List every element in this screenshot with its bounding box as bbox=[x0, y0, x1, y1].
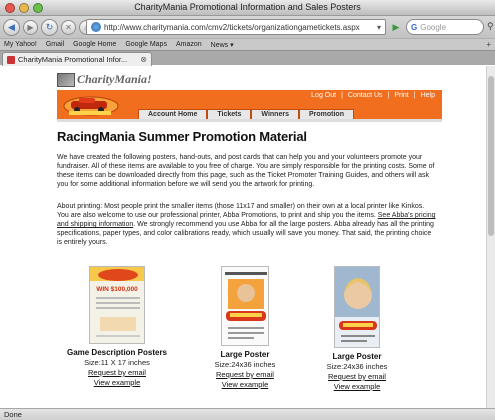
header-divider bbox=[57, 119, 442, 122]
request-by-email-link[interactable]: Request by email bbox=[297, 372, 417, 381]
window-title: CharityMania Promotional Information and… bbox=[134, 2, 361, 12]
forward-button[interactable]: ▶ bbox=[23, 19, 38, 35]
tab-promotion[interactable]: Promotion bbox=[298, 109, 354, 119]
bookmark-item[interactable]: Google Home bbox=[73, 41, 116, 48]
promo-item: Large Poster Size:24x36 inches Request b… bbox=[297, 266, 417, 391]
address-url: http://www.charitymania.com/cmv2/tickets… bbox=[104, 22, 360, 32]
promo-item: Large Poster Size:24x36 inches Request b… bbox=[185, 266, 305, 389]
tab-winners[interactable]: Winners bbox=[251, 109, 299, 119]
forward-arrow-icon: ▶ bbox=[27, 22, 34, 32]
logo-text: CharityMania! bbox=[77, 72, 152, 86]
dropdown-arrow-icon[interactable]: ▾ bbox=[377, 23, 381, 32]
go-button[interactable]: ▶ bbox=[389, 20, 403, 34]
close-tab-icon[interactable]: ⊗ bbox=[140, 55, 147, 64]
poster-art bbox=[90, 267, 144, 337]
printing-paragraph: About printing: Most people print the sm… bbox=[57, 202, 437, 247]
search-icon[interactable]: ⚲ bbox=[487, 21, 494, 32]
status-text: Done bbox=[4, 410, 22, 419]
site-logo[interactable]: CharityMania! bbox=[57, 72, 152, 87]
large-poster-thumbnail[interactable] bbox=[221, 266, 269, 346]
reload-icon: ↻ bbox=[45, 21, 54, 32]
item-name: Game Description Posters bbox=[66, 348, 168, 357]
title-bar: CharityMania Promotional Information and… bbox=[0, 0, 495, 16]
header-links: Log Out | Contact Us | Print | Help bbox=[311, 92, 435, 99]
page-title: RacingMania Summer Promotion Material bbox=[57, 129, 307, 144]
link-separator: | bbox=[387, 92, 390, 99]
view-example-link[interactable]: View example bbox=[185, 380, 305, 389]
request-by-email-link[interactable]: Request by email bbox=[185, 370, 305, 379]
promo-item: WIN $100,000 Game Description Posters Si… bbox=[57, 266, 177, 387]
bookmark-item[interactable]: Gmail bbox=[46, 41, 64, 48]
bookmark-item[interactable]: News ▾ bbox=[211, 41, 234, 49]
large-poster-thumbnail[interactable] bbox=[334, 266, 380, 348]
site-globe-icon bbox=[91, 22, 101, 32]
bookmarks-bar: My Yahoo! Gmail Google Home Google Maps … bbox=[0, 38, 495, 50]
browser-tab[interactable]: CharityMania Promotional Infor... ⊗ bbox=[2, 52, 152, 66]
contact-us-link[interactable]: Contact Us bbox=[348, 92, 383, 99]
intro-paragraph: We have created the following posters, h… bbox=[57, 154, 435, 188]
poster-art bbox=[335, 267, 379, 347]
printing-text-start: About printing: Most people print the sm… bbox=[57, 203, 425, 219]
link-separator: | bbox=[413, 92, 416, 99]
go-arrow-icon: ▶ bbox=[392, 21, 400, 32]
request-by-email-link[interactable]: Request by email bbox=[57, 368, 177, 377]
bookmark-item[interactable]: My Yahoo! bbox=[4, 41, 37, 48]
search-placeholder: Google bbox=[420, 22, 447, 32]
back-button[interactable]: ◀ bbox=[3, 18, 20, 36]
racingmania-logo[interactable] bbox=[61, 93, 121, 117]
item-size: Size:11 X 17 inches bbox=[84, 358, 150, 367]
back-arrow-icon: ◀ bbox=[8, 21, 15, 32]
add-bookmark-icon[interactable]: + bbox=[486, 40, 491, 49]
favicon-icon bbox=[7, 55, 15, 64]
search-box[interactable]: G Google bbox=[406, 19, 484, 35]
reload-button[interactable]: ↻ bbox=[41, 18, 58, 36]
tab-account-home[interactable]: Account Home bbox=[138, 109, 208, 119]
view-example-link[interactable]: View example bbox=[297, 382, 417, 391]
tab-label: CharityMania Promotional Infor... bbox=[18, 55, 128, 64]
item-name: Large Poster bbox=[332, 352, 382, 361]
bookmark-item[interactable]: Amazon bbox=[176, 41, 202, 48]
promo-items: WIN $100,000 Game Description Posters Si… bbox=[57, 266, 437, 406]
tab-bar: CharityMania Promotional Infor... ⊗ bbox=[0, 50, 495, 66]
item-name: Large Poster bbox=[220, 350, 270, 359]
address-bar[interactable]: http://www.charitymania.com/cmv2/tickets… bbox=[86, 19, 386, 35]
browser-window: CharityMania Promotional Information and… bbox=[0, 0, 495, 420]
site-nav-tabs: Account Home Tickets Winners Promotion bbox=[138, 109, 354, 119]
item-size: Size:24x36 inches bbox=[326, 362, 388, 371]
browser-toolbar: ◀ ▶ ↻ ✕ ⌂ http://www.charitymania.com/cm… bbox=[0, 16, 495, 38]
logout-link[interactable]: Log Out bbox=[311, 92, 336, 99]
logo-mark-icon bbox=[57, 72, 75, 87]
view-example-link[interactable]: View example bbox=[57, 378, 177, 387]
print-link[interactable]: Print bbox=[394, 92, 408, 99]
tab-tickets[interactable]: Tickets bbox=[207, 109, 252, 119]
vertical-scrollbar[interactable] bbox=[486, 66, 495, 408]
poster-art bbox=[222, 267, 268, 345]
link-separator: | bbox=[341, 92, 343, 99]
bookmark-item[interactable]: Google Maps bbox=[125, 41, 167, 48]
item-size: Size:24x36 inches bbox=[214, 360, 276, 369]
google-icon: G bbox=[411, 22, 418, 32]
stop-icon: ✕ bbox=[65, 22, 72, 32]
poster-headline: WIN $100,000 bbox=[96, 286, 138, 293]
help-link[interactable]: Help bbox=[421, 92, 435, 99]
scrollbar-thumb[interactable] bbox=[488, 76, 494, 236]
stop-button[interactable]: ✕ bbox=[61, 19, 76, 35]
game-description-poster-thumbnail[interactable]: WIN $100,000 bbox=[89, 266, 145, 344]
status-bar: Done bbox=[0, 408, 495, 420]
web-page: CharityMania! Log Out | Contact Us | Pri… bbox=[0, 66, 495, 408]
